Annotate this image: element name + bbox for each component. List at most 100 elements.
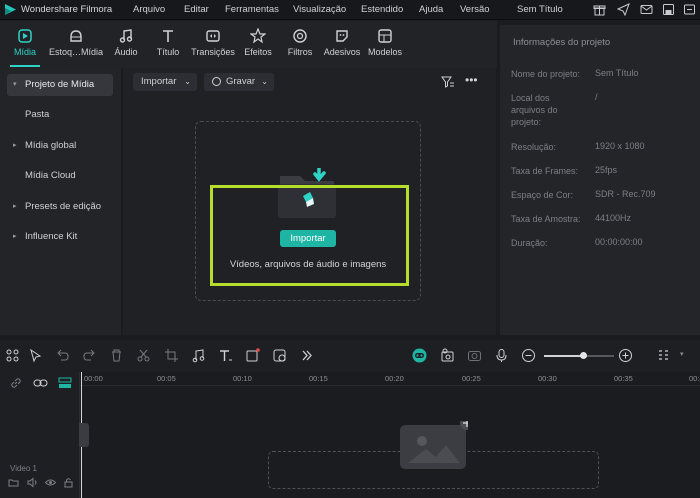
info-label-resolution: Resolução: bbox=[511, 142, 557, 152]
tab-title[interactable]: Título bbox=[153, 28, 183, 64]
more-options-icon[interactable]: ••• bbox=[465, 74, 478, 86]
info-label-frame-rate: Taxa de Frames: bbox=[511, 166, 579, 176]
ai-mate-icon[interactable] bbox=[412, 348, 427, 363]
tab-templates-label: Modelos bbox=[367, 47, 403, 57]
snapshot-icon[interactable] bbox=[467, 348, 482, 363]
tab-media[interactable]: Mídia bbox=[8, 28, 42, 64]
info-value-color-space: SDR - Rec.709 bbox=[595, 189, 656, 199]
menu-editar[interactable]: Editar bbox=[184, 4, 209, 15]
microphone-icon[interactable] bbox=[494, 348, 509, 363]
gift-icon[interactable] bbox=[593, 3, 606, 16]
record-screen-icon[interactable] bbox=[245, 348, 260, 363]
sidebar-item-label: Projeto de Mídia bbox=[25, 79, 95, 90]
more-tools-chevron-icon[interactable] bbox=[299, 348, 314, 363]
menu-arquivo[interactable]: Arquivo bbox=[133, 4, 165, 15]
tab-audio[interactable]: Áudio bbox=[111, 28, 141, 64]
ruler-tick-label: 00:30 bbox=[538, 374, 557, 383]
link-icon[interactable] bbox=[10, 377, 22, 389]
zoom-out-icon[interactable] bbox=[521, 348, 536, 363]
info-value-file-location: / bbox=[595, 92, 598, 102]
sidebar-item-cloud-media[interactable]: Mídia Cloud bbox=[7, 165, 113, 187]
sidebar-item-label: Influence Kit bbox=[25, 231, 78, 242]
select-cursor-icon[interactable] bbox=[28, 348, 43, 363]
delete-icon[interactable] bbox=[109, 348, 124, 363]
tab-filters[interactable]: Filtros bbox=[285, 28, 315, 64]
export-icon[interactable] bbox=[683, 3, 696, 16]
track-label-video-1: Video 1 bbox=[10, 464, 37, 473]
info-label-sample-rate: Taxa de Amostra: bbox=[511, 214, 581, 224]
track-options-icon[interactable] bbox=[656, 348, 671, 363]
ruler-tick-label: 00:15 bbox=[309, 374, 328, 383]
tab-title-label: Título bbox=[156, 47, 180, 57]
sidebar-item-folder[interactable]: Pasta bbox=[7, 104, 113, 126]
chevron-down-icon: ⌄ bbox=[184, 77, 191, 86]
send-icon[interactable] bbox=[617, 3, 630, 16]
record-dropdown[interactable]: Gravar ⌄ bbox=[204, 73, 274, 91]
tab-transitions[interactable]: Transições bbox=[190, 28, 236, 64]
folder-track-icon[interactable] bbox=[8, 477, 19, 488]
undo-icon[interactable] bbox=[55, 348, 70, 363]
import-dropdown[interactable]: Importar ⌄ bbox=[133, 73, 197, 91]
save-icon[interactable] bbox=[662, 3, 675, 16]
sidebar-item-label: Mídia Cloud bbox=[25, 170, 76, 181]
ruler-tick-label: 00:20 bbox=[385, 374, 404, 383]
crop-icon[interactable] bbox=[164, 348, 179, 363]
text-tool-icon[interactable] bbox=[218, 348, 233, 363]
sidebar-item-global-media[interactable]: ▸ Mídia global bbox=[7, 135, 113, 157]
filter-sort-icon[interactable] bbox=[441, 75, 455, 89]
mail-icon[interactable] bbox=[640, 3, 653, 16]
tab-stock-media-label: Estoq…Mídia bbox=[48, 47, 104, 57]
add-media-placeholder-icon[interactable] bbox=[400, 421, 468, 469]
tab-effects[interactable]: Efeitos bbox=[243, 28, 273, 64]
ruler-tick-label: 00:00 bbox=[84, 374, 103, 383]
ruler-tick-label: 00:05 bbox=[157, 374, 176, 383]
split-scissors-icon[interactable] bbox=[136, 348, 151, 363]
ruler-tick-label: 00:25 bbox=[462, 374, 481, 383]
tab-stickers[interactable]: Adesivos bbox=[323, 28, 361, 64]
add-track-icon[interactable] bbox=[58, 376, 72, 390]
sidebar-item-label: Presets de edição bbox=[25, 201, 102, 212]
tab-stock-media[interactable]: Estoq…Mídia bbox=[46, 28, 106, 64]
layout-grid-icon[interactable] bbox=[5, 348, 20, 363]
tab-stickers-label: Adesivos bbox=[323, 47, 361, 57]
music-note-icon bbox=[119, 29, 133, 43]
tab-templates[interactable]: Modelos bbox=[366, 28, 404, 64]
tab-filters-label: Filtros bbox=[287, 47, 313, 57]
filmora-logo-icon bbox=[5, 4, 16, 15]
media-icon bbox=[18, 29, 32, 43]
stock-media-icon bbox=[70, 30, 82, 42]
sidebar-item-label: Mídia global bbox=[25, 140, 77, 151]
redo-icon[interactable] bbox=[82, 348, 97, 363]
lock-track-icon[interactable] bbox=[63, 477, 74, 488]
sidebar-item-project-media[interactable]: ▾ Projeto de Mídia bbox=[7, 74, 113, 96]
caret-right-icon: ▸ bbox=[13, 233, 17, 240]
info-value-resolution: 1920 x 1080 bbox=[595, 141, 645, 151]
audio-edit-icon[interactable] bbox=[191, 348, 206, 363]
menu-versao[interactable]: Versão bbox=[460, 4, 490, 15]
effects-icon bbox=[250, 28, 266, 44]
tab-media-label: Mídia bbox=[13, 47, 36, 57]
caret-right-icon: ▸ bbox=[13, 203, 17, 210]
menu-estendido[interactable]: Estendido bbox=[361, 4, 403, 15]
project-info-title: Informações do projeto bbox=[513, 37, 611, 48]
chain-link-icon[interactable] bbox=[33, 377, 48, 389]
app-name: Wondershare Filmora bbox=[21, 4, 113, 15]
menu-ajuda[interactable]: Ajuda bbox=[419, 4, 443, 15]
import-dropdown-label: Importar bbox=[141, 76, 177, 87]
menu-ferramentas[interactable]: Ferramentas bbox=[225, 4, 279, 15]
ai-tools-icon[interactable] bbox=[272, 348, 287, 363]
mute-audio-icon[interactable] bbox=[27, 477, 38, 488]
filter-icon bbox=[293, 29, 307, 43]
menu-visualizacao[interactable]: Visualização bbox=[293, 4, 346, 15]
zoom-in-icon[interactable] bbox=[618, 348, 633, 363]
sidebar-item-edit-presets[interactable]: ▸ Presets de edição bbox=[7, 196, 113, 218]
info-label-color-space: Espaço de Cor: bbox=[511, 190, 574, 200]
sidebar-item-influence-kit[interactable]: ▸ Influence Kit bbox=[7, 226, 113, 248]
tab-effects-label: Efeitos bbox=[244, 47, 272, 57]
auto-reframe-icon[interactable] bbox=[440, 348, 455, 363]
caret-down-icon[interactable]: ▾ bbox=[680, 350, 684, 358]
caret-down-icon: ▾ bbox=[13, 81, 17, 88]
title-T-icon bbox=[163, 30, 173, 42]
track-resize-handle[interactable] bbox=[79, 423, 89, 447]
visibility-eye-icon[interactable] bbox=[45, 477, 56, 488]
